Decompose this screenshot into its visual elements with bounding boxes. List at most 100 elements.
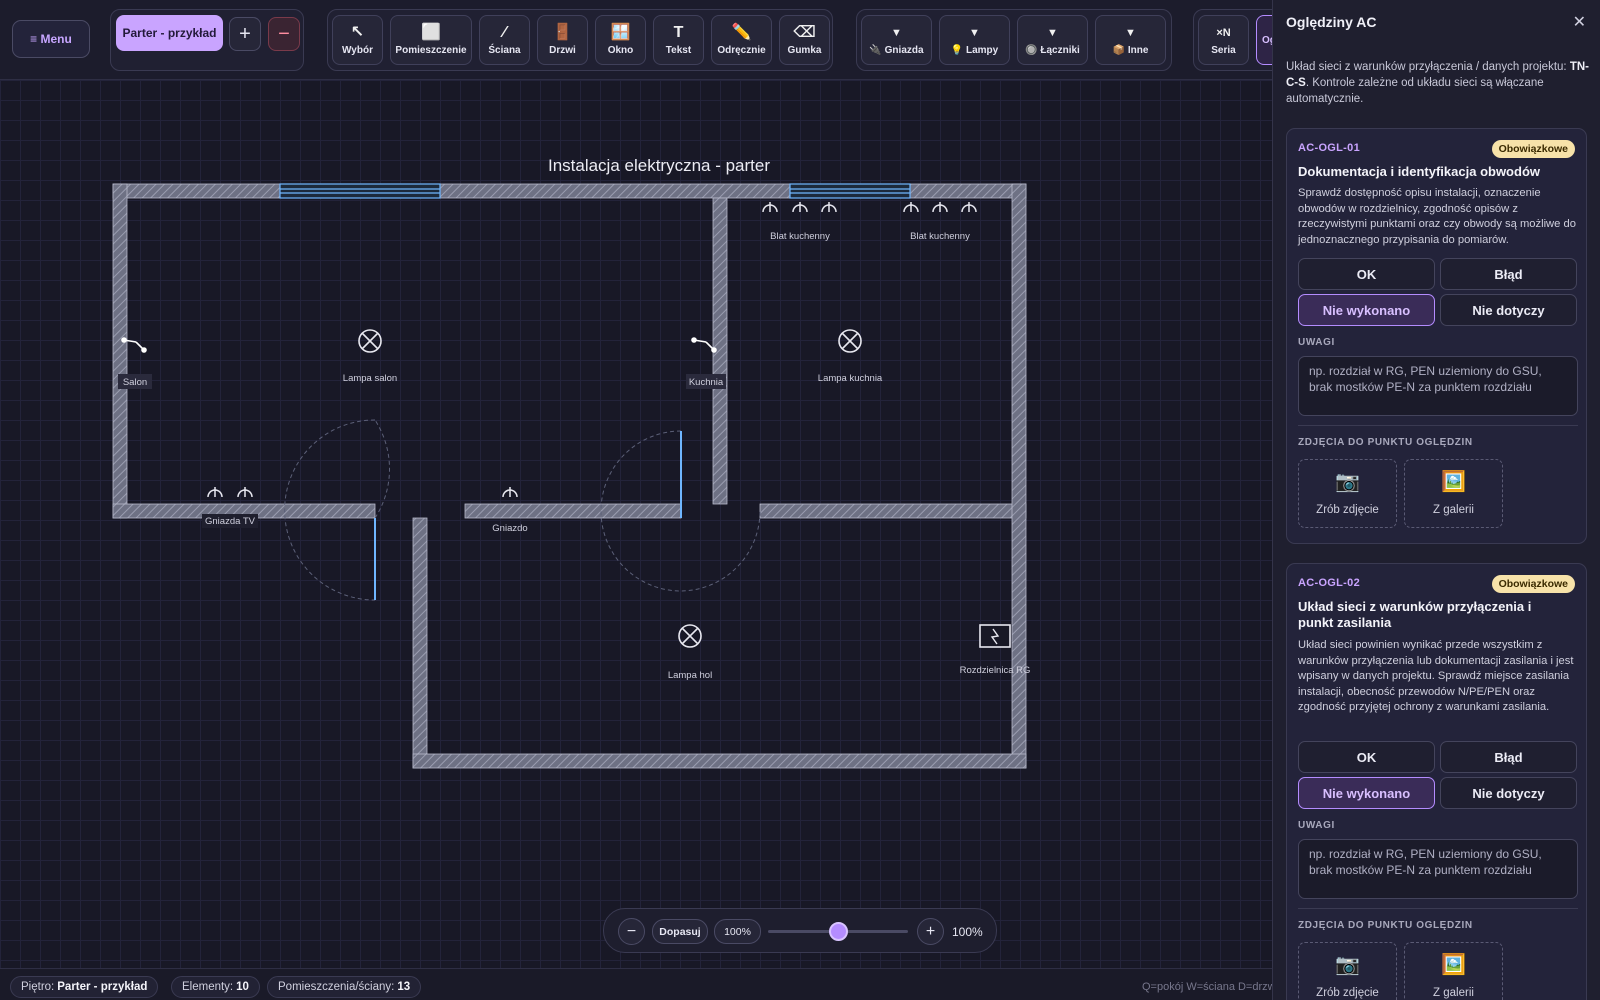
floor-selector[interactable]: Parter - przykład [116, 15, 223, 51]
tool-room[interactable]: ⬜ Pomieszczenie [390, 15, 472, 65]
elements-switches[interactable]: ▼ 🔘 Łączniki [1017, 15, 1088, 65]
close-icon[interactable]: ✕ [1573, 12, 1586, 32]
result-na-button[interactable]: Nie dotyczy [1440, 294, 1577, 326]
label-lampa-kuchnia: Lampa kuchnia [818, 373, 883, 384]
result-ok-button[interactable]: OK [1298, 741, 1435, 773]
menu-button[interactable]: ≡ Menu [12, 20, 90, 58]
delete-floor-button[interactable]: − [268, 17, 300, 51]
label-blat-1: Blat kuchenny [770, 231, 830, 242]
zoom-in-button[interactable]: + [917, 918, 944, 945]
zoom-slider-thumb[interactable] [828, 922, 848, 941]
label-lampa-hol: Lampa hol [668, 670, 712, 681]
card-title: Dokumentacja i identyfikacja obwodów [1298, 164, 1540, 179]
socket-icon[interactable] [961, 202, 977, 213]
label-gniazdo: Gniazdo [492, 523, 527, 534]
tool-door[interactable]: 🚪 Drzwi [537, 15, 588, 65]
socket-icon[interactable] [932, 202, 948, 213]
add-floor-button[interactable]: + [229, 17, 261, 51]
window-kitchen[interactable] [789, 183, 911, 199]
box-icon: 📦 [1112, 44, 1126, 56]
take-photo-button[interactable]: 📷 Zrób zdjęcie [1298, 942, 1397, 1000]
inspection-panel: Oględziny AC ✕ Układ sieci z warunków pr… [1272, 0, 1600, 1000]
status-bar: Piętro: Parter - przykład Elementy: 10 Pom… [0, 968, 1278, 1000]
series-button[interactable]: ×N Seria [1198, 15, 1249, 65]
socket-icon[interactable] [903, 202, 919, 213]
wall-hall-left[interactable] [412, 517, 428, 769]
tool-select[interactable]: ↖ Wybór [332, 15, 383, 65]
result-error-button[interactable]: Błąd [1440, 258, 1577, 290]
room-label-salon[interactable]: Salon [123, 377, 147, 388]
tool-wall[interactable]: ⁄ Ściana [479, 15, 530, 65]
plug-icon: 🔌 [869, 44, 882, 56]
eraser-icon: ⌫ [793, 23, 816, 41]
result-error-button[interactable]: Błąd [1440, 741, 1577, 773]
sockets[interactable] [207, 202, 977, 498]
wall-kitchen-bottom[interactable] [759, 503, 1027, 519]
inspection-tab-button[interactable]: Og [1256, 15, 1272, 65]
gallery-button[interactable]: 🖼️ Z galerii [1404, 459, 1503, 528]
wall-right[interactable] [1011, 183, 1027, 769]
wall-salon-bottom-right[interactable] [464, 503, 682, 519]
take-photo-button[interactable]: 📷 Zrób zdjęcie [1298, 459, 1397, 528]
label-blat-2: Blat kuchenny [910, 231, 970, 242]
tool-eraser[interactable]: ⌫ Gumka [779, 15, 830, 65]
plan-title: Instalacja elektryczna - parter [548, 156, 770, 175]
chevron-down-icon: ▼ [969, 26, 980, 39]
gallery-button[interactable]: 🖼️ Z galerii [1404, 942, 1503, 1000]
result-not-done-button[interactable]: Nie wykonano [1298, 777, 1435, 809]
label-gniazda-tv: Gniazda TV [205, 516, 256, 527]
lamps[interactable] [358, 329, 862, 648]
zoom-bar: − Dopasuj 100% + 100% [603, 908, 997, 953]
tool-text[interactable]: T Tekst [653, 15, 704, 65]
extra-group: ×NSeria Og [1193, 9, 1272, 71]
socket-icon[interactable] [237, 487, 253, 498]
camera-icon: 📷 [1335, 470, 1360, 493]
lamp-icon[interactable] [678, 624, 702, 648]
socket-icon[interactable] [792, 202, 808, 213]
card-description: Sprawdź dostępność opisu instalacji, ozn… [1298, 187, 1576, 246]
panel-title: Oględziny AC [1286, 14, 1377, 30]
square-icon: ⬜ [421, 23, 441, 41]
elements-other[interactable]: ▼ 📦 Inne [1095, 15, 1166, 65]
drawing-canvas[interactable]: Instalacja elektryczna - parter Salon Ku… [0, 80, 1272, 968]
door-icon: 🚪 [552, 23, 573, 41]
lamp-icon[interactable] [358, 329, 382, 353]
socket-icon[interactable] [502, 487, 518, 498]
wall-hall-bottom[interactable] [412, 753, 1027, 769]
result-ok-button[interactable]: OK [1298, 258, 1435, 290]
notes-textarea[interactable]: np. rozdział w RG, PEN uziemiony do GSU,… [1298, 356, 1578, 416]
lamp-icon[interactable] [838, 329, 862, 353]
label-rozdzielnica: Rozdzielnica RG [960, 665, 1031, 676]
text-icon: T [673, 23, 684, 41]
zoom-out-button[interactable]: − [618, 918, 645, 945]
walls[interactable] [112, 183, 1027, 769]
inspection-card: AC-OGL-01 Obowiązkowe Dokumentacja i ide… [1286, 128, 1587, 544]
distribution-board[interactable] [979, 624, 1011, 648]
wall-left[interactable] [112, 183, 128, 519]
status-badge: Obowiązkowe [1491, 575, 1575, 593]
switch-icon: 🔘 [1025, 44, 1038, 56]
line-icon: ⁄ [503, 23, 506, 41]
elements-sockets[interactable]: ▼ 🔌 Gniazda [861, 15, 932, 65]
switch-icon[interactable] [691, 337, 717, 353]
tool-window[interactable]: 🪟 Okno [595, 15, 646, 65]
fit-button[interactable]: Dopasuj [652, 919, 708, 944]
label-lampa-salon: Lampa salon [343, 373, 397, 384]
tool-freehand[interactable]: ✏️ Odręcznie [711, 15, 772, 65]
socket-icon[interactable] [762, 202, 778, 213]
result-not-done-button[interactable]: Nie wykonano [1298, 294, 1435, 326]
notes-textarea[interactable]: np. rozdział w RG, PEN uziemiony do GSU,… [1298, 839, 1578, 899]
result-na-button[interactable]: Nie dotyczy [1440, 777, 1577, 809]
socket-icon[interactable] [207, 487, 223, 498]
divider [1298, 425, 1578, 426]
switches[interactable] [121, 337, 717, 353]
card-code: AC-OGL-01 [1298, 142, 1360, 154]
elements-lamps[interactable]: ▼ 💡 Lampy [939, 15, 1010, 65]
panel-info: Układ sieci z warunków przyłączenia / da… [1286, 61, 1589, 105]
socket-icon[interactable] [821, 202, 837, 213]
cursor-icon: ↖ [350, 23, 365, 41]
room-label-kuchnia[interactable]: Kuchnia [689, 377, 724, 388]
window-salon[interactable] [279, 183, 441, 199]
zoom-value[interactable]: 100% [714, 919, 761, 944]
floor-plan[interactable]: Instalacja elektryczna - parter Salon Ku… [0, 80, 1272, 968]
